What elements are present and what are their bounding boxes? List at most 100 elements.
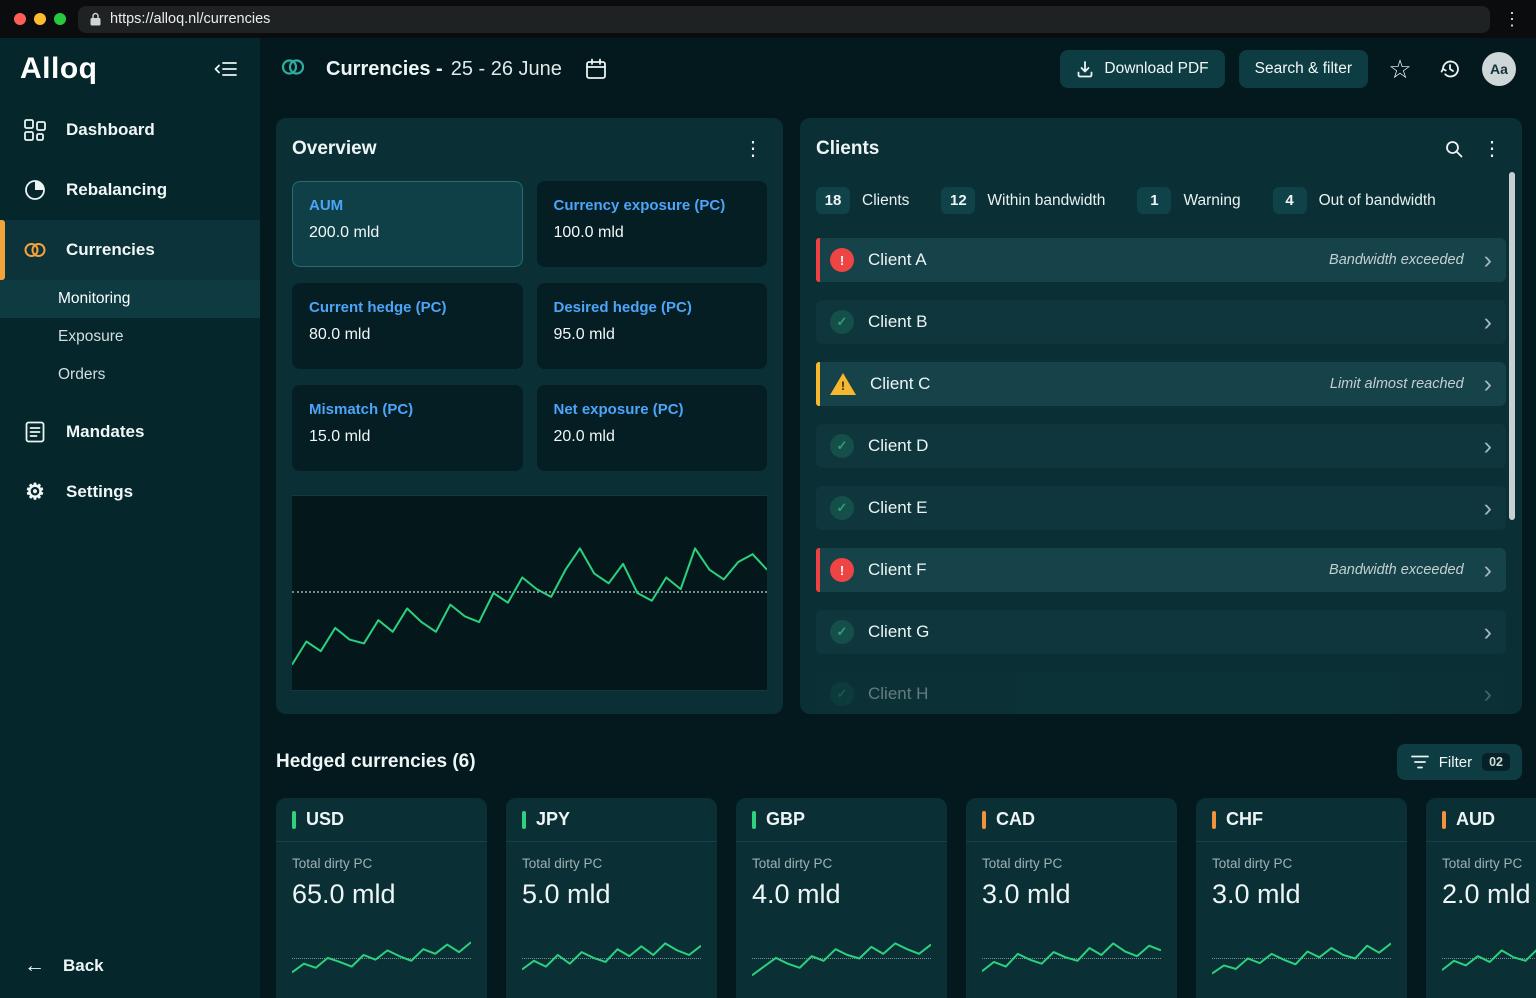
search-filter-label: Search & filter <box>1255 60 1352 78</box>
client-name: Client F <box>868 560 927 580</box>
stat-label: Net exposure (PC) <box>554 401 751 418</box>
url-bar[interactable]: https://alloq.nl/currencies <box>78 6 1490 33</box>
main-area: Currencies - 25 - 26 June Download PDF S… <box>260 38 1536 998</box>
close-window-button[interactable] <box>14 13 26 25</box>
warning-icon: ! <box>830 373 856 395</box>
client-name: Client H <box>868 684 928 704</box>
chevron-right-icon: › <box>1484 560 1492 580</box>
currency-card-header: CAD <box>966 798 1177 842</box>
sidebar-item-mandates[interactable]: Mandates <box>0 402 260 462</box>
currency-card-usd[interactable]: USD Total dirty PC 65.0 mld 0.25% <box>276 798 487 998</box>
browser-menu-icon[interactable]: ⋮ <box>1502 9 1522 30</box>
currency-card-chf[interactable]: CHF Total dirty PC 3.0 mld 0.57% <box>1196 798 1407 998</box>
row-right: Bandwidth exceeded › <box>1329 250 1492 270</box>
url-text: https://alloq.nl/currencies <box>110 11 270 27</box>
sidebar-subitem-label: Monitoring <box>58 290 130 308</box>
sidebar-item-currencies[interactable]: Currencies <box>0 220 260 280</box>
stat-card-aum[interactable]: AUM 200.0 mld <box>292 181 523 267</box>
clients-scrollbar[interactable] <box>1509 172 1515 520</box>
currency-card-gbp[interactable]: GBP Total dirty PC 4.0 mld 1.00% <box>736 798 947 998</box>
overview-header: Overview ⋮ <box>292 136 767 161</box>
client-row-e[interactable]: ✓ Client E › <box>816 486 1506 530</box>
client-row-d[interactable]: ✓ Client D › <box>816 424 1506 468</box>
minimize-window-button[interactable] <box>34 13 46 25</box>
stat-card-current-hedge[interactable]: Current hedge (PC) 80.0 mld <box>292 283 523 369</box>
star-icon: ☆ <box>1388 56 1411 82</box>
client-row-b[interactable]: ✓ Client B › <box>816 300 1506 344</box>
sidebar-collapse-button[interactable] <box>214 60 238 78</box>
currency-card-jpy[interactable]: JPY Total dirty PC 5.0 mld 0.22% <box>506 798 717 998</box>
overview-menu-icon[interactable]: ⋮ <box>739 136 767 161</box>
metric-label: Total dirty PC <box>1442 856 1536 871</box>
currency-card-body: Total dirty PC 3.0 mld 0.57% <box>1196 842 1407 998</box>
sidebar-nav: Dashboard Rebalancing Currencies Monitor… <box>0 100 260 522</box>
stat-value: 15.0 mld <box>309 428 506 446</box>
client-name: Client E <box>868 498 928 518</box>
sidebar-item-dashboard[interactable]: Dashboard <box>0 100 260 160</box>
stat-card-net-exposure[interactable]: Net exposure (PC) 20.0 mld <box>537 385 768 471</box>
filter-icon <box>1411 754 1429 770</box>
stat-clients-total: 18 Clients <box>816 187 909 214</box>
overview-line-chart <box>292 495 767 691</box>
stat-label: Clients <box>862 192 909 210</box>
sparkline-chart <box>292 926 471 984</box>
sidebar-subitem-monitoring[interactable]: Monitoring <box>0 280 260 318</box>
sidebar-item-label: Mandates <box>66 422 144 442</box>
sidebar-item-label: Dashboard <box>66 120 155 140</box>
calendar-button[interactable] <box>584 57 608 81</box>
clients-menu-icon[interactable]: ⋮ <box>1478 136 1506 161</box>
filter-button[interactable]: Filter 02 <box>1397 744 1522 780</box>
sidebar-subitem-label: Orders <box>58 366 105 384</box>
overview-stat-grid: AUM 200.0 mld Currency exposure (PC) 100… <box>292 181 767 471</box>
stat-card-mismatch[interactable]: Mismatch (PC) 15.0 mld <box>292 385 523 471</box>
lock-icon <box>90 12 101 26</box>
search-filter-button[interactable]: Search & filter <box>1239 50 1368 88</box>
avatar[interactable]: Aa <box>1482 52 1516 86</box>
client-name: Client C <box>870 374 930 394</box>
page-title-main: Currencies - <box>326 58 443 81</box>
client-row-c[interactable]: ! Client C Limit almost reached › <box>816 362 1506 406</box>
favorite-button[interactable]: ☆ <box>1382 51 1418 87</box>
back-button[interactable]: ← Back <box>0 934 260 998</box>
sparkline-svg <box>982 926 1161 984</box>
hedged-currencies-header: Hedged currencies (6) Filter 02 <box>276 744 1522 780</box>
currency-card-header: CHF <box>1196 798 1407 842</box>
stat-count-badge: 18 <box>816 187 850 214</box>
chevron-right-icon: › <box>1484 250 1492 270</box>
client-row-g[interactable]: ✓ Client G › <box>816 610 1506 654</box>
history-button[interactable] <box>1432 51 1468 87</box>
sidebar-subitem-orders[interactable]: Orders <box>0 356 260 394</box>
sidebar-item-label: Currencies <box>66 240 155 260</box>
sparkline-chart <box>982 926 1161 984</box>
download-pdf-label: Download PDF <box>1104 60 1208 78</box>
page-title-date: 25 - 26 June <box>451 58 562 81</box>
sidebar-item-rebalancing[interactable]: Rebalancing <box>0 160 260 220</box>
browser-chrome: https://alloq.nl/currencies ⋮ <box>0 0 1536 38</box>
accent-bar <box>522 811 526 829</box>
client-row-h[interactable]: ✓ Client H › <box>816 672 1506 714</box>
zoom-window-button[interactable] <box>54 13 66 25</box>
client-row-f[interactable]: ! Client F Bandwidth exceeded › <box>816 548 1506 592</box>
clients-search-button[interactable] <box>1444 139 1464 159</box>
sparkline-svg <box>292 926 471 984</box>
filter-count-badge: 02 <box>1482 753 1510 771</box>
stat-card-currency-exposure[interactable]: Currency exposure (PC) 100.0 mld <box>537 181 768 267</box>
client-status-note: Bandwidth exceeded <box>1329 252 1464 268</box>
stat-label: Warning <box>1183 192 1240 210</box>
client-row-a[interactable]: ! Client A Bandwidth exceeded › <box>816 238 1506 282</box>
currency-card-body: Total dirty PC 65.0 mld 0.25% <box>276 842 487 998</box>
sparkline-chart <box>1442 926 1536 984</box>
line-chart-svg <box>292 496 767 690</box>
accent-bar <box>292 811 296 829</box>
sidebar-item-settings[interactable]: ⚙ Settings <box>0 462 260 522</box>
sidebar-subitem-exposure[interactable]: Exposure <box>0 318 260 356</box>
stat-count-badge: 4 <box>1273 187 1307 214</box>
download-pdf-button[interactable]: Download PDF <box>1060 50 1224 88</box>
currency-card-header: AUD <box>1426 798 1536 842</box>
currency-card-aud[interactable]: AUD Total dirty PC 2.0 mld 0.57% <box>1426 798 1536 998</box>
gear-icon: ⚙ <box>22 481 48 503</box>
stat-card-desired-hedge[interactable]: Desired hedge (PC) 95.0 mld <box>537 283 768 369</box>
top-panels: Overview ⋮ AUM 200.0 mld Currency exposu… <box>276 118 1522 714</box>
currency-card-cad[interactable]: CAD Total dirty PC 3.0 mld 1.57% <box>966 798 1177 998</box>
client-status-note: Limit almost reached <box>1330 376 1464 392</box>
